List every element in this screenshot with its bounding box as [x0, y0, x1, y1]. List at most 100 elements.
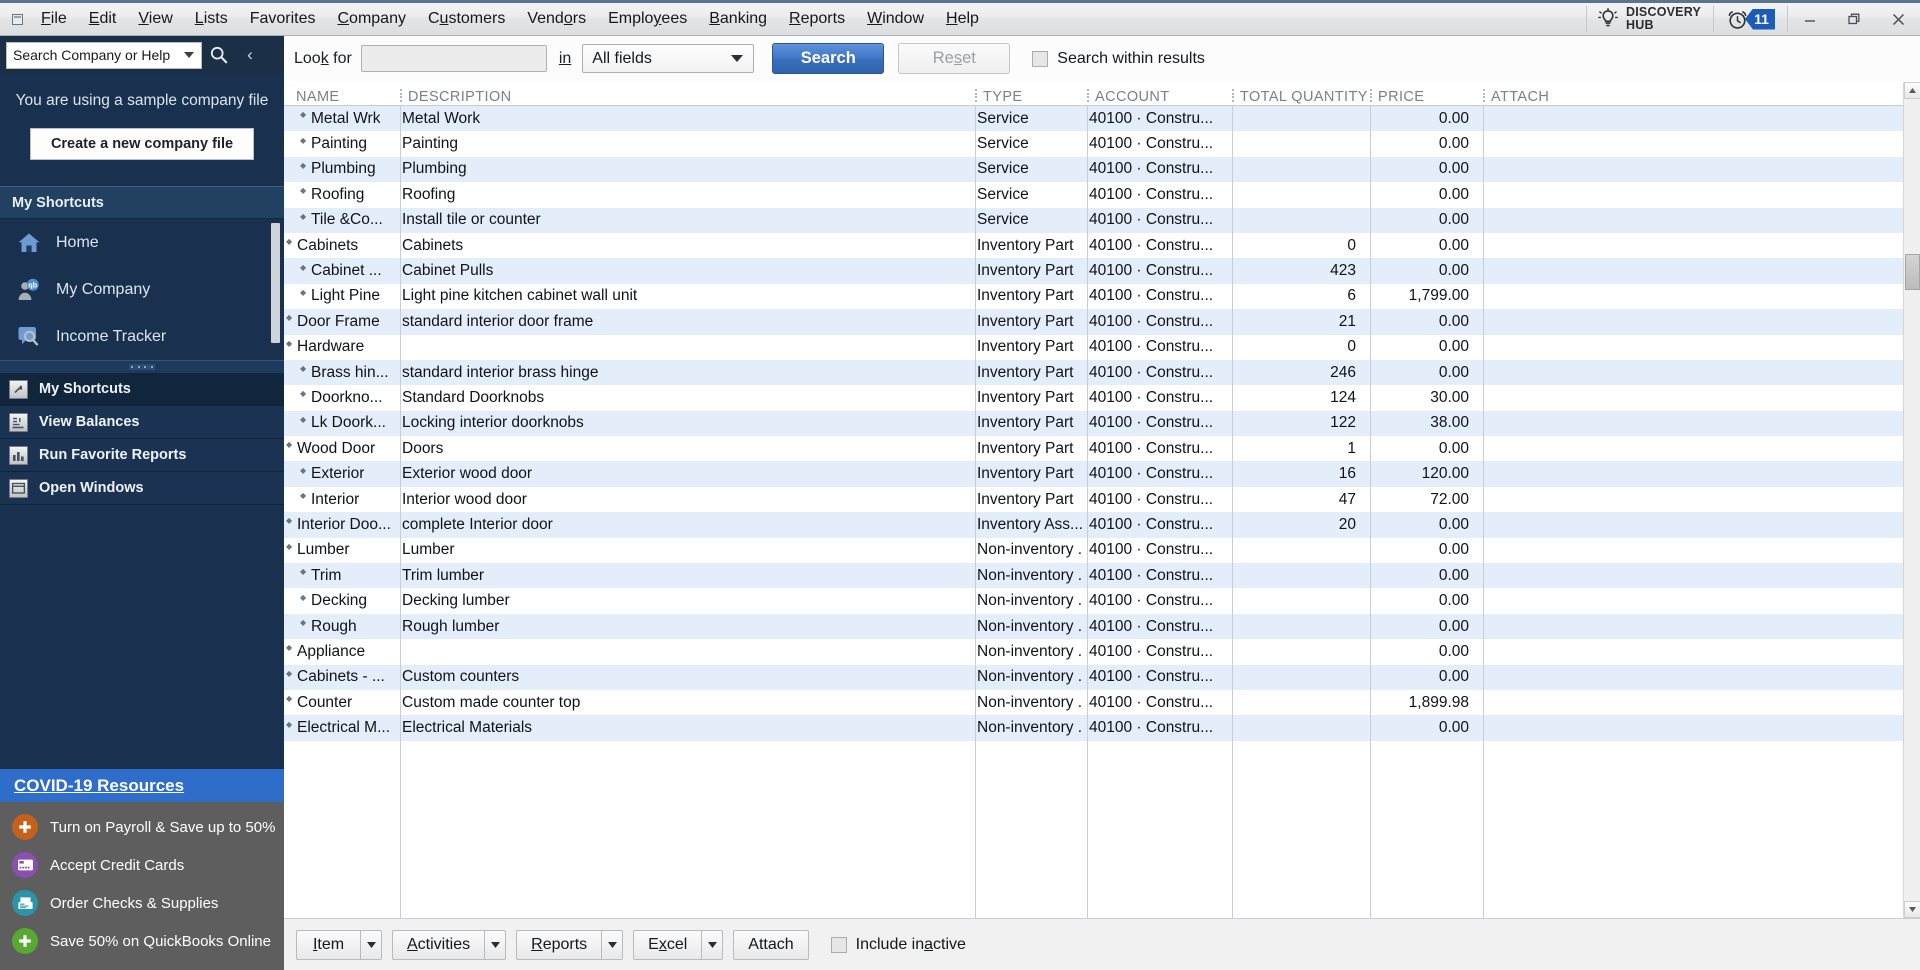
search-within-results-group[interactable]: Search within results	[1032, 50, 1205, 68]
menu-item-help[interactable]: Help	[935, 6, 990, 32]
chevron-down-icon[interactable]	[184, 52, 194, 58]
table-row[interactable]: Wood DoorDoorsInventory Part40100 · Cons…	[284, 436, 1903, 461]
column-resize-grip[interactable]	[1087, 89, 1090, 102]
sidebar-nav-run-favorite-reports[interactable]: Run Favorite Reports	[0, 439, 284, 472]
reset-button[interactable]: Reset	[898, 43, 1010, 74]
sidebar-item-home[interactable]: Home	[0, 219, 284, 266]
menu-item-employees[interactable]: Employees	[597, 6, 698, 32]
menu-item-file[interactable]: File	[30, 6, 78, 32]
promo-save-on-quickbooks-online[interactable]: Save 50% on QuickBooks Online	[0, 922, 284, 960]
bottom-button-activities[interactable]: Activities	[392, 930, 506, 960]
discovery-hub-button[interactable]: DISCOVERY HUB	[1587, 3, 1713, 36]
menu-item-reports[interactable]: Reports	[778, 6, 856, 32]
menu-item-lists[interactable]: Lists	[184, 6, 239, 32]
minimize-button[interactable]	[1788, 3, 1832, 36]
sidebar-scrollbar[interactable]	[271, 223, 280, 343]
column-resize-grip[interactable]	[1370, 89, 1373, 102]
table-row[interactable]: LumberLumberNon-inventory ...40100 · Con…	[284, 538, 1903, 563]
sidebar-nav-open-windows[interactable]: Open Windows	[0, 472, 284, 505]
search-fields-select[interactable]: All fields	[582, 44, 754, 73]
promo-accept-credit-cards[interactable]: Accept Credit Cards	[0, 846, 284, 884]
table-row[interactable]: RoughRough lumberNon-inventory ...40100 …	[284, 614, 1903, 639]
column-resize-grip[interactable]	[400, 89, 403, 102]
bottom-button-label-excel[interactable]: Excel	[633, 930, 701, 960]
close-button[interactable]	[1876, 3, 1920, 36]
bottom-button-excel[interactable]: Excel	[633, 930, 723, 960]
table-row[interactable]: TrimTrim lumberNon-inventory ...40100 · …	[284, 563, 1903, 588]
table-row[interactable]: Interior Doo...complete Interior doorInv…	[284, 512, 1903, 537]
search-within-results-checkbox[interactable]	[1032, 51, 1048, 67]
covid-19-resources-banner[interactable]: COVID-19 Resources	[0, 769, 284, 802]
table-row[interactable]: Electrical M...Electrical MaterialsNon-i…	[284, 715, 1903, 740]
column-resize-grip[interactable]	[975, 89, 978, 102]
include-inactive-group[interactable]: Include inactive	[831, 936, 966, 954]
grid-column-header-type[interactable]: TYPE	[975, 83, 1087, 105]
table-row[interactable]: Cabinets - ...Custom countersNon-invento…	[284, 665, 1903, 690]
table-row[interactable]: CounterCustom made counter topNon-invent…	[284, 690, 1903, 715]
table-row[interactable]: Light PineLight pine kitchen cabinet wal…	[284, 284, 1903, 309]
grid-column-header-price[interactable]: PRICE	[1370, 83, 1483, 105]
menu-item-view[interactable]: View	[127, 6, 183, 32]
menu-item-vendors[interactable]: Vendors	[516, 6, 597, 32]
include-inactive-checkbox[interactable]	[831, 937, 847, 953]
grid-column-header-att[interactable]: ATTACH	[1483, 83, 1573, 105]
bottom-button-attach[interactable]: Attach	[733, 930, 808, 960]
grid-column-header-name[interactable]: NAME	[288, 83, 400, 105]
sidebar-item-income-tracker[interactable]: Income Tracker	[0, 313, 284, 360]
table-row[interactable]: RoofingRoofingService40100 · Constru...0…	[284, 182, 1903, 207]
reminders-button[interactable]: 11	[1714, 3, 1787, 36]
search-company-or-help-input[interactable]: Search Company or Help	[6, 42, 202, 69]
chevron-down-icon[interactable]	[601, 930, 623, 960]
menu-item-favorites[interactable]: Favorites	[239, 6, 327, 32]
sidebar-nav-my-shortcuts[interactable]: My Shortcuts	[0, 373, 284, 406]
grid-column-header-acct[interactable]: ACCOUNT	[1087, 83, 1232, 105]
scroll-thumb[interactable]	[1905, 254, 1920, 290]
collapse-sidebar-button[interactable]: ‹	[236, 40, 264, 70]
table-row[interactable]: Door Framestandard interior door frameIn…	[284, 309, 1903, 334]
column-resize-grip[interactable]	[1483, 89, 1486, 102]
chevron-down-icon[interactable]	[484, 930, 506, 960]
menu-item-banking[interactable]: Banking	[698, 6, 778, 32]
table-row[interactable]: Doorkno...Standard DoorknobsInventory Pa…	[284, 385, 1903, 410]
menu-item-company[interactable]: Company	[326, 6, 416, 32]
menu-item-window[interactable]: Window	[856, 6, 935, 32]
table-row[interactable]: Cabinet ...Cabinet PullsInventory Part40…	[284, 258, 1903, 283]
chevron-down-icon[interactable]	[360, 930, 382, 960]
sidebar-nav-view-balances[interactable]: View Balances	[0, 406, 284, 439]
covid-19-resources-link[interactable]: COVID-19 Resources	[14, 776, 184, 796]
table-row[interactable]: ExteriorExterior wood doorInventory Part…	[284, 461, 1903, 486]
scroll-down-button[interactable]	[1904, 901, 1920, 918]
sidebar-splitter[interactable]	[0, 360, 284, 373]
restore-button[interactable]	[1832, 3, 1876, 36]
promo-turn-on-payroll[interactable]: Turn on Payroll & Save up to 50%	[0, 808, 284, 846]
table-row[interactable]: PlumbingPlumbingService40100 · Constru..…	[284, 157, 1903, 182]
promo-order-checks-supplies[interactable]: Order Checks & Supplies	[0, 884, 284, 922]
look-for-input[interactable]	[361, 45, 547, 72]
column-resize-grip[interactable]	[1232, 89, 1235, 102]
bottom-button-label-reports[interactable]: Reports	[516, 930, 601, 960]
scroll-up-button[interactable]	[1904, 82, 1920, 99]
table-row[interactable]: Metal WrkMetal WorkService40100 · Constr…	[284, 106, 1903, 131]
chevron-down-icon[interactable]	[701, 930, 723, 960]
table-row[interactable]: ApplianceNon-inventory ...40100 · Constr…	[284, 639, 1903, 664]
table-row[interactable]: PaintingPaintingService40100 · Constru..…	[284, 131, 1903, 156]
table-row[interactable]: Tile &Co...Install tile or counterServic…	[284, 208, 1903, 233]
grid-vertical-scrollbar[interactable]	[1903, 82, 1920, 918]
grid-column-header-qty[interactable]: TOTAL QUANTITY ...	[1232, 83, 1370, 105]
table-row[interactable]: Brass hin...standard interior brass hing…	[284, 360, 1903, 385]
bottom-button-label-activities[interactable]: Activities	[392, 930, 484, 960]
grid-column-header-desc[interactable]: DESCRIPTION	[400, 83, 975, 105]
create-new-company-file-button[interactable]: Create a new company file	[30, 128, 254, 160]
sidebar-item-my-company[interactable]: qb My Company	[0, 266, 284, 313]
menu-item-edit[interactable]: Edit	[78, 6, 128, 32]
system-menu-icon[interactable]	[4, 1, 30, 37]
bottom-button-label-item[interactable]: Item	[296, 930, 360, 960]
bottom-button-reports[interactable]: Reports	[516, 930, 623, 960]
table-row[interactable]: HardwareInventory Part40100 · Constru...…	[284, 335, 1903, 360]
table-row[interactable]: Lk Doork...Locking interior doorknobsInv…	[284, 411, 1903, 436]
search-button[interactable]: Search	[772, 43, 884, 74]
menu-item-customers[interactable]: Customers	[417, 6, 516, 32]
search-company-button[interactable]	[202, 40, 236, 70]
table-row[interactable]: CabinetsCabinetsInventory Part40100 · Co…	[284, 233, 1903, 258]
table-row[interactable]: InteriorInterior wood doorInventory Part…	[284, 487, 1903, 512]
